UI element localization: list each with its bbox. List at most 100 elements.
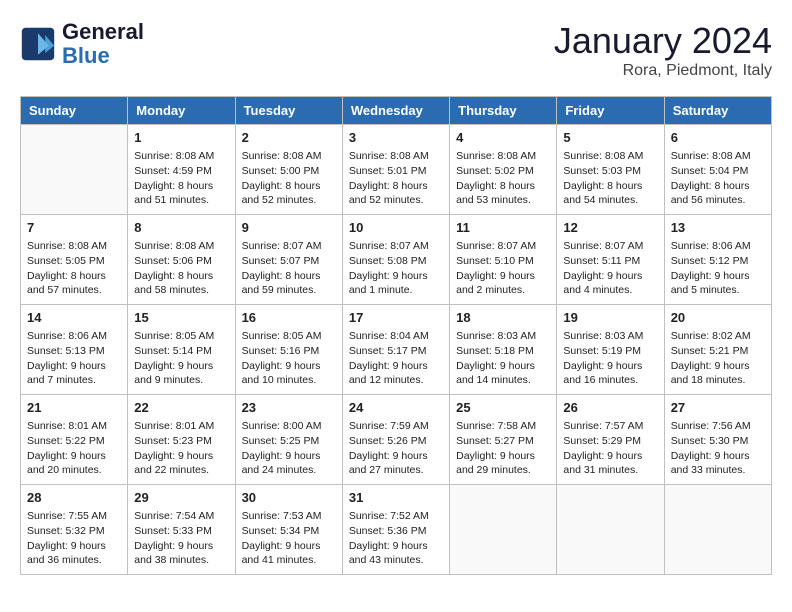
sunrise-text: Sunrise: 8:08 AM bbox=[456, 149, 550, 164]
day-number: 25 bbox=[456, 399, 550, 417]
calendar-cell: 21Sunrise: 8:01 AMSunset: 5:22 PMDayligh… bbox=[21, 395, 128, 485]
daylight-text: Daylight: 9 hours and 36 minutes. bbox=[27, 539, 121, 568]
sunset-text: Sunset: 5:32 PM bbox=[27, 524, 121, 539]
sunrise-text: Sunrise: 8:07 AM bbox=[456, 239, 550, 254]
sunrise-text: Sunrise: 7:56 AM bbox=[671, 419, 765, 434]
header-saturday: Saturday bbox=[664, 97, 771, 125]
calendar-cell: 17Sunrise: 8:04 AMSunset: 5:17 PMDayligh… bbox=[342, 305, 449, 395]
week-row-4: 21Sunrise: 8:01 AMSunset: 5:22 PMDayligh… bbox=[21, 395, 772, 485]
day-number: 12 bbox=[563, 219, 657, 237]
daylight-text: Daylight: 9 hours and 38 minutes. bbox=[134, 539, 228, 568]
day-number: 10 bbox=[349, 219, 443, 237]
calendar-cell: 28Sunrise: 7:55 AMSunset: 5:32 PMDayligh… bbox=[21, 485, 128, 575]
logo-icon bbox=[20, 26, 56, 62]
header-tuesday: Tuesday bbox=[235, 97, 342, 125]
week-row-5: 28Sunrise: 7:55 AMSunset: 5:32 PMDayligh… bbox=[21, 485, 772, 575]
calendar-cell: 19Sunrise: 8:03 AMSunset: 5:19 PMDayligh… bbox=[557, 305, 664, 395]
daylight-text: Daylight: 9 hours and 41 minutes. bbox=[242, 539, 336, 568]
daylight-text: Daylight: 8 hours and 52 minutes. bbox=[349, 179, 443, 208]
sunset-text: Sunset: 5:14 PM bbox=[134, 344, 228, 359]
sunrise-text: Sunrise: 8:02 AM bbox=[671, 329, 765, 344]
calendar-cell: 14Sunrise: 8:06 AMSunset: 5:13 PMDayligh… bbox=[21, 305, 128, 395]
day-number: 8 bbox=[134, 219, 228, 237]
sunset-text: Sunset: 5:01 PM bbox=[349, 164, 443, 179]
sunrise-text: Sunrise: 8:07 AM bbox=[563, 239, 657, 254]
calendar-cell: 15Sunrise: 8:05 AMSunset: 5:14 PMDayligh… bbox=[128, 305, 235, 395]
calendar-cell: 7Sunrise: 8:08 AMSunset: 5:05 PMDaylight… bbox=[21, 215, 128, 305]
header-thursday: Thursday bbox=[450, 97, 557, 125]
daylight-text: Daylight: 9 hours and 7 minutes. bbox=[27, 359, 121, 388]
daylight-text: Daylight: 9 hours and 29 minutes. bbox=[456, 449, 550, 478]
day-number: 28 bbox=[27, 489, 121, 507]
sunset-text: Sunset: 5:19 PM bbox=[563, 344, 657, 359]
sunset-text: Sunset: 5:23 PM bbox=[134, 434, 228, 449]
sunset-text: Sunset: 5:21 PM bbox=[671, 344, 765, 359]
day-number: 20 bbox=[671, 309, 765, 327]
sunset-text: Sunset: 5:03 PM bbox=[563, 164, 657, 179]
calendar-cell: 29Sunrise: 7:54 AMSunset: 5:33 PMDayligh… bbox=[128, 485, 235, 575]
title-block: January 2024 Rora, Piedmont, Italy bbox=[554, 20, 772, 80]
daylight-text: Daylight: 8 hours and 52 minutes. bbox=[242, 179, 336, 208]
daylight-text: Daylight: 9 hours and 16 minutes. bbox=[563, 359, 657, 388]
calendar-cell bbox=[21, 125, 128, 215]
day-number: 2 bbox=[242, 129, 336, 147]
sunset-text: Sunset: 5:17 PM bbox=[349, 344, 443, 359]
sunrise-text: Sunrise: 7:52 AM bbox=[349, 509, 443, 524]
daylight-text: Daylight: 9 hours and 1 minute. bbox=[349, 269, 443, 298]
sunrise-text: Sunrise: 8:01 AM bbox=[27, 419, 121, 434]
daylight-text: Daylight: 9 hours and 4 minutes. bbox=[563, 269, 657, 298]
day-number: 6 bbox=[671, 129, 765, 147]
day-number: 9 bbox=[242, 219, 336, 237]
daylight-text: Daylight: 9 hours and 24 minutes. bbox=[242, 449, 336, 478]
header-monday: Monday bbox=[128, 97, 235, 125]
calendar-cell: 22Sunrise: 8:01 AMSunset: 5:23 PMDayligh… bbox=[128, 395, 235, 485]
sunrise-text: Sunrise: 8:08 AM bbox=[27, 239, 121, 254]
sunset-text: Sunset: 5:12 PM bbox=[671, 254, 765, 269]
calendar-cell: 31Sunrise: 7:52 AMSunset: 5:36 PMDayligh… bbox=[342, 485, 449, 575]
day-number: 26 bbox=[563, 399, 657, 417]
sunset-text: Sunset: 5:26 PM bbox=[349, 434, 443, 449]
calendar-cell bbox=[557, 485, 664, 575]
sunset-text: Sunset: 5:36 PM bbox=[349, 524, 443, 539]
day-number: 16 bbox=[242, 309, 336, 327]
sunrise-text: Sunrise: 7:53 AM bbox=[242, 509, 336, 524]
header-row: SundayMondayTuesdayWednesdayThursdayFrid… bbox=[21, 97, 772, 125]
sunrise-text: Sunrise: 8:08 AM bbox=[563, 149, 657, 164]
week-row-2: 7Sunrise: 8:08 AMSunset: 5:05 PMDaylight… bbox=[21, 215, 772, 305]
day-number: 15 bbox=[134, 309, 228, 327]
week-row-3: 14Sunrise: 8:06 AMSunset: 5:13 PMDayligh… bbox=[21, 305, 772, 395]
day-number: 3 bbox=[349, 129, 443, 147]
sunset-text: Sunset: 5:30 PM bbox=[671, 434, 765, 449]
daylight-text: Daylight: 9 hours and 18 minutes. bbox=[671, 359, 765, 388]
month-title: January 2024 bbox=[554, 20, 772, 62]
sunset-text: Sunset: 5:05 PM bbox=[27, 254, 121, 269]
daylight-text: Daylight: 8 hours and 56 minutes. bbox=[671, 179, 765, 208]
week-row-1: 1Sunrise: 8:08 AMSunset: 4:59 PMDaylight… bbox=[21, 125, 772, 215]
sunrise-text: Sunrise: 7:57 AM bbox=[563, 419, 657, 434]
sunset-text: Sunset: 5:33 PM bbox=[134, 524, 228, 539]
daylight-text: Daylight: 9 hours and 43 minutes. bbox=[349, 539, 443, 568]
sunrise-text: Sunrise: 8:05 AM bbox=[134, 329, 228, 344]
calendar-table: SundayMondayTuesdayWednesdayThursdayFrid… bbox=[20, 96, 772, 575]
sunset-text: Sunset: 5:34 PM bbox=[242, 524, 336, 539]
daylight-text: Daylight: 8 hours and 58 minutes. bbox=[134, 269, 228, 298]
page-header: General Blue January 2024 Rora, Piedmont… bbox=[20, 20, 772, 80]
sunset-text: Sunset: 5:22 PM bbox=[27, 434, 121, 449]
sunset-text: Sunset: 5:02 PM bbox=[456, 164, 550, 179]
sunset-text: Sunset: 5:11 PM bbox=[563, 254, 657, 269]
header-sunday: Sunday bbox=[21, 97, 128, 125]
sunset-text: Sunset: 5:13 PM bbox=[27, 344, 121, 359]
daylight-text: Daylight: 8 hours and 59 minutes. bbox=[242, 269, 336, 298]
sunrise-text: Sunrise: 7:59 AM bbox=[349, 419, 443, 434]
sunset-text: Sunset: 5:27 PM bbox=[456, 434, 550, 449]
calendar-cell: 23Sunrise: 8:00 AMSunset: 5:25 PMDayligh… bbox=[235, 395, 342, 485]
sunrise-text: Sunrise: 8:05 AM bbox=[242, 329, 336, 344]
sunset-text: Sunset: 5:18 PM bbox=[456, 344, 550, 359]
sunset-text: Sunset: 5:06 PM bbox=[134, 254, 228, 269]
sunrise-text: Sunrise: 8:01 AM bbox=[134, 419, 228, 434]
day-number: 22 bbox=[134, 399, 228, 417]
daylight-text: Daylight: 8 hours and 51 minutes. bbox=[134, 179, 228, 208]
sunrise-text: Sunrise: 8:04 AM bbox=[349, 329, 443, 344]
daylight-text: Daylight: 9 hours and 5 minutes. bbox=[671, 269, 765, 298]
location: Rora, Piedmont, Italy bbox=[554, 62, 772, 80]
